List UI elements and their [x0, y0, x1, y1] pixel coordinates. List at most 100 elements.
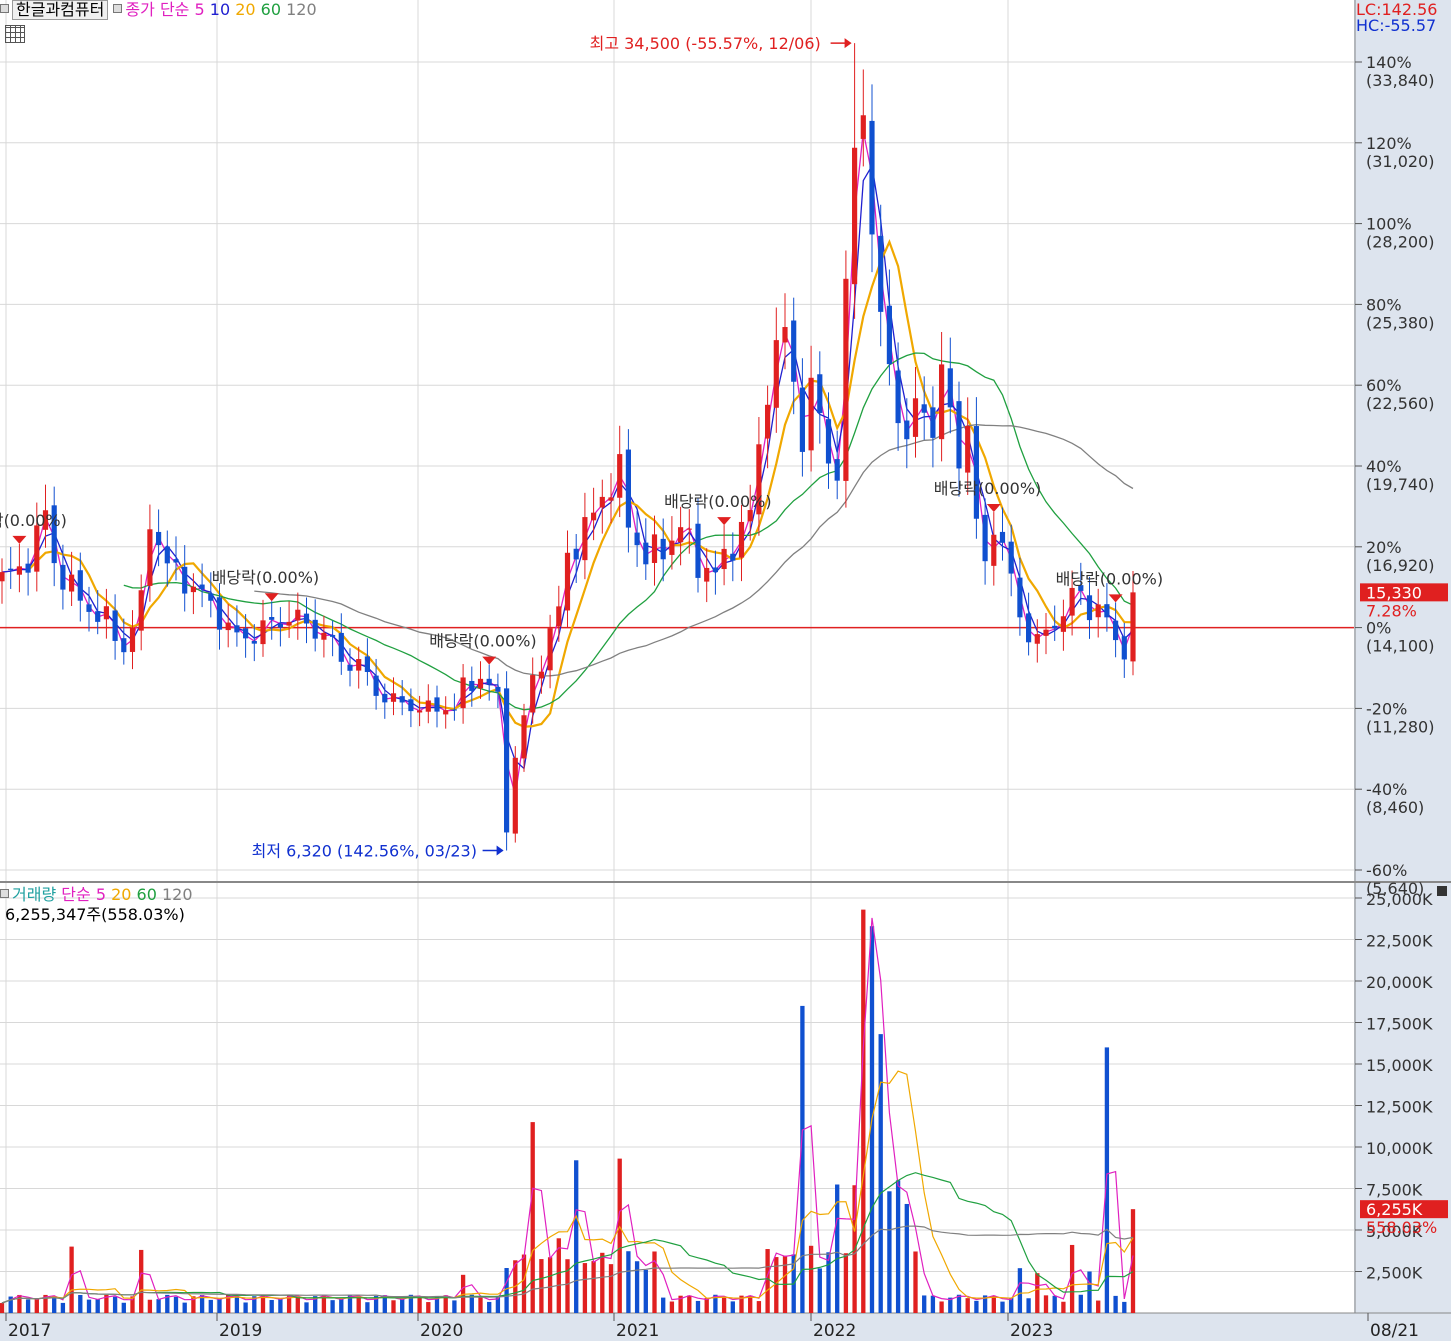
- y-tick-pct-label: -20%: [1366, 699, 1407, 718]
- dividend-label: 배당락(0.00%): [0, 511, 67, 530]
- dividend-marker: [12, 535, 27, 544]
- candle-body: [164, 546, 170, 564]
- current-volume-label: 6,255K: [1366, 1200, 1423, 1219]
- candle-body: [825, 419, 832, 464]
- current-price-label: 15,330: [1366, 583, 1422, 602]
- volume-bar: [365, 1302, 370, 1313]
- candle-body: [69, 574, 75, 592]
- candle-body: [295, 609, 301, 621]
- table-icon[interactable]: [5, 25, 25, 43]
- volume-bar: [521, 1254, 527, 1313]
- vol-y-tick-label: 20,000K: [1366, 973, 1433, 992]
- candle-body: [591, 512, 597, 521]
- candle-body: [547, 628, 553, 671]
- grid-lines: [0, 0, 1354, 1313]
- price-candles: [0, 43, 1136, 851]
- candle-body: [799, 387, 805, 452]
- candle-body: [651, 534, 658, 563]
- volume-bar: [661, 1297, 666, 1313]
- volume-bar: [1078, 1294, 1083, 1313]
- volume-bar: [60, 1302, 66, 1313]
- candle-body: [939, 364, 945, 440]
- candle-body: [112, 610, 118, 641]
- dividend-marker: [717, 517, 732, 526]
- volume-bar: [1043, 1295, 1049, 1313]
- volume-bar: [417, 1297, 422, 1313]
- stock-name[interactable]: 한글과컴퓨터: [12, 0, 109, 20]
- candle-body: [982, 514, 988, 562]
- moving-average-lines: [1, 131, 1134, 796]
- candle-body: [0, 572, 5, 582]
- volume-bar: [1000, 1301, 1005, 1313]
- candle-body: [425, 700, 431, 712]
- x-tick-label: 2021: [616, 1321, 659, 1341]
- dividend-label: 배당락(0.00%): [212, 568, 319, 587]
- y-tick-price-label: (25,380): [1366, 313, 1434, 332]
- volume-bar: [687, 1295, 692, 1313]
- candle-body: [460, 677, 466, 709]
- volume-bar: [217, 1298, 222, 1313]
- dividend-label: 배당락(0.00%): [664, 492, 771, 511]
- volume-bar: [904, 1203, 909, 1313]
- candle-body: [286, 621, 292, 626]
- candle-body: [1060, 616, 1066, 632]
- volume-bar: [643, 1269, 648, 1313]
- candle-body: [895, 370, 901, 424]
- candle-body: [556, 606, 562, 627]
- candle-body: [965, 425, 971, 473]
- dividend-marker: [986, 504, 1001, 513]
- candle-body: [730, 553, 736, 561]
- volume-bar: [34, 1299, 39, 1313]
- candle-body: [408, 699, 414, 712]
- vma20-label: 20: [111, 885, 132, 904]
- candle-body: [477, 678, 484, 689]
- candle-body: [504, 688, 510, 833]
- candle-body: [312, 619, 318, 639]
- volume-bar: [1087, 1271, 1092, 1313]
- volume-bar: [913, 1251, 918, 1313]
- vol-y-tick-label: 25,000K: [1366, 890, 1433, 909]
- volume-bar: [695, 1300, 701, 1313]
- candle-body: [530, 675, 536, 713]
- ma5-label: 5: [194, 0, 205, 19]
- vol-y-tick-label: 22,500K: [1366, 932, 1433, 951]
- volume-moving-averages: [1, 917, 1134, 1304]
- candle-body: [791, 320, 797, 382]
- stock-chart[interactable]: 140%(33,840)120%(31,020)100%(28,200)80%(…: [0, 0, 1451, 1341]
- x-tick-label: 2023: [1010, 1321, 1053, 1341]
- volume-bar: [808, 1245, 814, 1313]
- header-square-icon[interactable]: [0, 889, 9, 898]
- candle-body: [16, 566, 22, 575]
- volume-bar: [826, 1252, 831, 1313]
- volume-bar: [504, 1268, 509, 1313]
- low-arrowhead: [496, 845, 504, 856]
- candle-body: [747, 510, 753, 522]
- header-square-icon[interactable]: [113, 4, 123, 13]
- candle-body: [738, 521, 745, 558]
- candle-body: [417, 710, 423, 713]
- volume-bar: [139, 1249, 144, 1313]
- candle-body: [1008, 541, 1014, 574]
- volume-bar: [547, 1257, 553, 1313]
- vol-y-tick-label: 2,500K: [1366, 1264, 1423, 1283]
- candle-body: [1130, 592, 1136, 662]
- candle-body: [1104, 604, 1110, 618]
- candle-body: [930, 407, 936, 438]
- y-tick-pct-label: 20%: [1366, 538, 1402, 557]
- candle-body: [721, 548, 727, 570]
- vol-y-tick-label: 12,500K: [1366, 1098, 1433, 1117]
- dividend-marker: [264, 593, 279, 602]
- header-square-icon[interactable]: [0, 4, 9, 13]
- candle-body: [1121, 636, 1127, 660]
- volume-bar: [634, 1261, 640, 1313]
- volume-bar: [1122, 1301, 1127, 1313]
- candle-body: [869, 120, 875, 235]
- candle-body: [356, 659, 362, 671]
- candle-body: [852, 147, 858, 285]
- candle-body: [643, 542, 649, 565]
- volume-bar: [748, 1295, 753, 1313]
- candle-body: [216, 597, 223, 630]
- x-tick-label: 08/21: [1370, 1321, 1419, 1341]
- volume-bar: [730, 1301, 735, 1313]
- candle-body: [904, 420, 910, 440]
